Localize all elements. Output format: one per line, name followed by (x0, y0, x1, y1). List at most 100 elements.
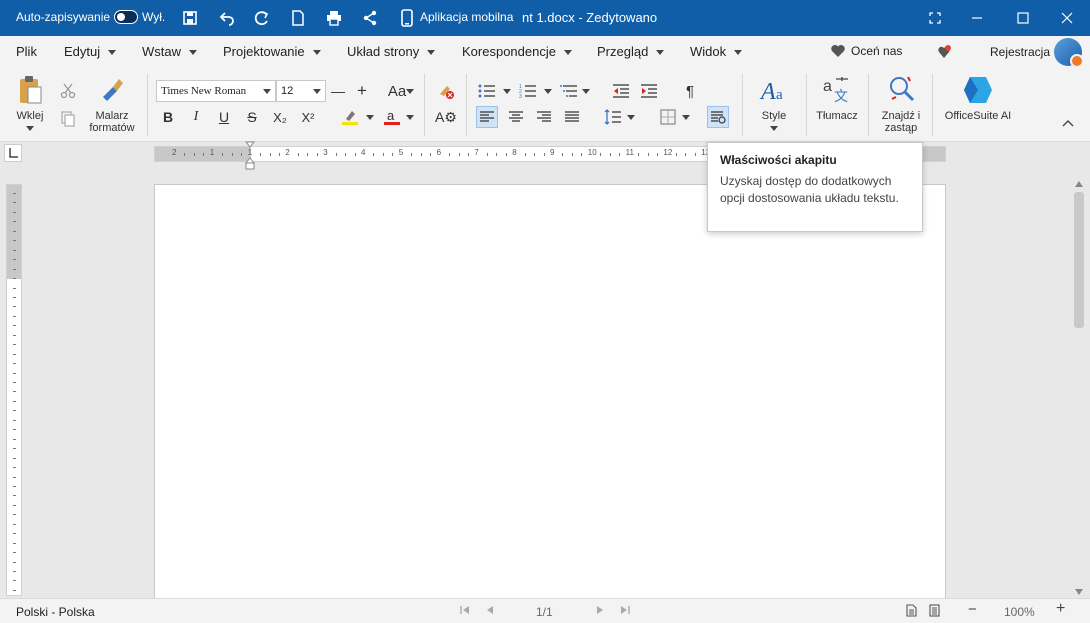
close-button[interactable] (1044, 0, 1090, 36)
copy-icon[interactable] (57, 108, 79, 130)
ruler-tick (571, 153, 573, 156)
ribbon-separator (466, 74, 467, 136)
document-page[interactable] (154, 184, 946, 604)
ruler-tick (13, 240, 16, 242)
ruler-tick (13, 259, 16, 261)
ribbon-separator (806, 74, 807, 136)
numbering-icon[interactable]: 123 (517, 80, 539, 102)
paste-button[interactable]: Wklej (10, 74, 50, 131)
justify-icon[interactable] (561, 106, 583, 128)
indent-marker-icon[interactable] (244, 141, 256, 174)
zoom-level[interactable]: 100% (1004, 605, 1035, 619)
subscript-icon[interactable]: X₂ (269, 106, 291, 128)
new-doc-icon[interactable] (288, 8, 308, 28)
borders-icon[interactable] (657, 106, 679, 128)
ruler-label: 2 (285, 148, 290, 157)
first-page-icon[interactable] (460, 604, 470, 618)
officesuite-ai-button[interactable]: OfficeSuite AI (940, 74, 1016, 122)
ruler-tick (13, 325, 16, 327)
font-size-select[interactable]: 12 (276, 80, 326, 102)
ruler-tick (222, 153, 224, 156)
vertical-scrollbar[interactable] (1072, 172, 1086, 596)
font-name-select[interactable]: Times New Roman (156, 80, 276, 102)
ruler-tick (13, 400, 16, 402)
menu-layout[interactable]: Układ strony (347, 44, 436, 59)
paragraph-properties-icon[interactable] (707, 106, 729, 128)
italic-icon[interactable]: I (185, 106, 207, 128)
decrease-font-icon[interactable]: — (327, 80, 349, 102)
align-right-icon[interactable] (533, 106, 555, 128)
menu-edit[interactable]: Edytuj (64, 44, 117, 59)
maximize-button[interactable] (1000, 0, 1046, 36)
rate-us-button[interactable]: Oceń nas (851, 44, 902, 58)
format-painter-button[interactable]: Malarz formatów (86, 74, 138, 134)
print-layout-icon[interactable] (906, 604, 917, 620)
increase-indent-icon[interactable] (638, 80, 660, 102)
ruler-tick (467, 153, 469, 156)
prev-page-icon[interactable] (486, 604, 494, 618)
language-status[interactable]: Polski - Polska (16, 605, 95, 619)
collapse-ribbon-icon[interactable] (1062, 116, 1074, 130)
menu-mailings[interactable]: Korespondencje (462, 44, 572, 59)
ruler-tick (13, 467, 16, 469)
fullscreen-icon[interactable] (912, 0, 958, 36)
menu-file[interactable]: Plik (16, 44, 37, 59)
register-button[interactable]: Rejestracja (990, 45, 1050, 59)
menu-insert[interactable]: Wstaw (142, 44, 197, 59)
share-icon[interactable] (360, 8, 380, 28)
zoom-in-icon[interactable]: + (1056, 600, 1065, 618)
minimize-button[interactable] (954, 0, 1000, 36)
line-spacing-icon[interactable] (602, 106, 624, 128)
scroll-down-icon[interactable] (1075, 584, 1083, 598)
chevron-down-icon (366, 115, 374, 120)
svg-text:文: 文 (834, 88, 848, 104)
clear-format-icon[interactable] (435, 80, 457, 102)
print-icon[interactable] (324, 8, 344, 28)
underline-icon[interactable]: U (213, 106, 235, 128)
redo-icon[interactable] (252, 8, 272, 28)
ruler-tick (13, 334, 16, 336)
next-page-icon[interactable] (596, 604, 604, 618)
undo-icon[interactable] (217, 8, 237, 28)
text-effects-icon[interactable]: A⚙ (435, 106, 457, 128)
superscript-icon[interactable]: X² (297, 106, 319, 128)
web-layout-icon[interactable] (929, 604, 940, 620)
bullets-icon[interactable] (476, 80, 498, 102)
last-page-icon[interactable] (620, 604, 630, 618)
ruler-tick (694, 153, 696, 156)
increase-font-icon[interactable]: + (351, 80, 373, 102)
bold-icon[interactable]: B (157, 106, 179, 128)
ruler-tick (13, 202, 16, 204)
multilevel-list-icon[interactable] (558, 80, 580, 102)
vertical-ruler[interactable] (6, 184, 22, 596)
ruler-tick (543, 153, 545, 156)
autosave-toggle[interactable] (114, 10, 138, 24)
align-center-icon[interactable] (505, 106, 527, 128)
decrease-indent-icon[interactable] (610, 80, 632, 102)
save-icon[interactable] (180, 8, 200, 28)
ribbon-separator (424, 74, 425, 136)
top-margin-area (7, 185, 21, 279)
zoom-out-icon[interactable]: − (968, 601, 977, 618)
scrollbar-thumb[interactable] (1074, 192, 1084, 328)
phone-icon[interactable] (397, 8, 417, 28)
notification-icon[interactable] (936, 44, 952, 63)
menu-design[interactable]: Projektowanie (223, 44, 321, 59)
find-replace-button[interactable]: Znajdź i zastąp (874, 74, 928, 134)
menu-view[interactable]: Widok (690, 44, 743, 59)
translate-button[interactable]: a文 Tłumacz (812, 74, 862, 122)
styles-button[interactable]: Aa Style (752, 74, 796, 131)
font-name-value: Times New Roman (161, 85, 247, 97)
menu-review[interactable]: Przegląd (597, 44, 665, 59)
strikethrough-icon[interactable]: S (241, 106, 263, 128)
highlight-icon[interactable] (339, 106, 361, 128)
font-color-icon[interactable]: a (381, 106, 403, 128)
mobile-app-label[interactable]: Aplikacja mobilna (420, 10, 513, 24)
cut-icon[interactable] (57, 80, 79, 102)
ruler-tick (13, 391, 16, 393)
pilcrow-icon[interactable]: ¶ (679, 80, 701, 102)
scroll-up-icon[interactable] (1075, 176, 1083, 190)
avatar[interactable] (1054, 38, 1084, 68)
align-left-icon[interactable] (476, 106, 498, 128)
tab-selector[interactable] (4, 144, 22, 162)
